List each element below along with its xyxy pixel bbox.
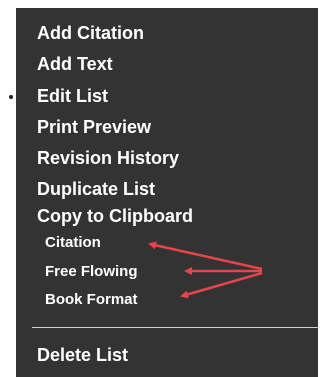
edge-dot [9, 95, 13, 99]
menu-divider [32, 327, 318, 328]
submenu-item-free-flowing[interactable]: Free Flowing [45, 263, 138, 281]
menu-item-add-text[interactable]: Add Text [37, 53, 113, 75]
menu-item-duplicate-list[interactable]: Duplicate List [37, 178, 155, 200]
menu-item-print-preview[interactable]: Print Preview [37, 116, 151, 138]
menu-item-add-citation[interactable]: Add Citation [37, 22, 144, 44]
menu-item-delete-list[interactable]: Delete List [37, 344, 128, 366]
menu-item-revision-history[interactable]: Revision History [37, 147, 179, 169]
submenu-item-book-format[interactable]: Book Format [45, 291, 138, 309]
menu-item-copy-to-clipboard[interactable]: Copy to Clipboard [37, 205, 193, 227]
context-menu: Add Citation Add Text Edit List Print Pr… [16, 8, 318, 377]
submenu-item-citation[interactable]: Citation [45, 234, 101, 252]
menu-item-edit-list[interactable]: Edit List [37, 85, 108, 107]
